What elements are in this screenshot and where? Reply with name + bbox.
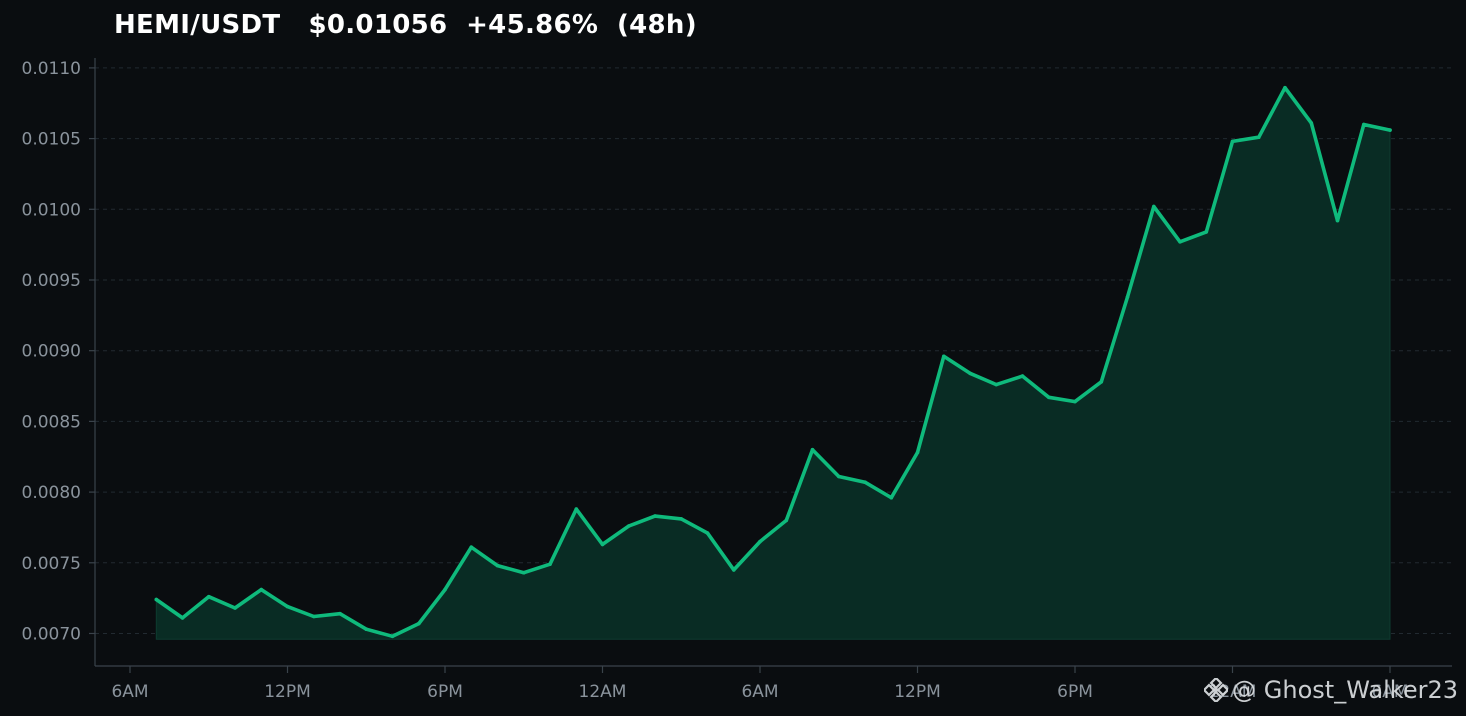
price-point <box>863 480 867 485</box>
price-point <box>233 606 237 610</box>
x-tick-label: 12PM <box>894 682 941 702</box>
watermark-text: @ Ghost_Walker23 <box>1232 676 1458 704</box>
price-point <box>1283 85 1287 90</box>
price-point <box>417 621 421 626</box>
price-point <box>495 563 500 568</box>
price-point <box>364 627 369 631</box>
price-point <box>1020 374 1025 378</box>
x-tick-label: 6PM <box>427 682 463 702</box>
price-point <box>469 545 474 549</box>
price-point <box>522 570 526 575</box>
price-point <box>1230 139 1235 144</box>
price-chart: 0.0070 0.0075 0.0080 0.0085 0.0090 0.0095 0.01… <box>22 58 1452 702</box>
price-point <box>1152 204 1156 209</box>
price-point <box>390 634 395 639</box>
price-point <box>968 371 972 376</box>
binance-logo-icon <box>1204 678 1229 702</box>
price-point <box>285 604 290 609</box>
price-point <box>1335 218 1340 223</box>
price-point <box>180 616 185 620</box>
price-point <box>837 474 841 479</box>
price-point <box>1178 240 1182 244</box>
price-point <box>627 524 631 528</box>
price-point <box>1047 395 1051 400</box>
price-point <box>915 450 920 455</box>
price-point <box>1204 230 1209 234</box>
y-tick-label: 0.0080 <box>22 483 81 503</box>
y-tick-label: 0.0105 <box>22 130 81 150</box>
x-tick-label: 6PM <box>1057 682 1093 702</box>
price-point <box>259 587 264 592</box>
price-point <box>574 507 579 511</box>
y-tick-label: 0.0090 <box>22 342 81 362</box>
y-tick-label: 0.0110 <box>22 59 81 79</box>
price-point <box>732 568 736 572</box>
price-point <box>1257 135 1261 139</box>
price-point <box>154 597 159 602</box>
price-point <box>679 517 684 521</box>
price-point <box>942 354 946 359</box>
price-point <box>889 495 894 500</box>
price-point <box>705 531 710 535</box>
price-point <box>653 514 657 518</box>
price-point <box>994 382 999 387</box>
x-tick-label: 6AM <box>111 682 148 702</box>
price-point <box>207 594 211 599</box>
price-point <box>548 562 552 566</box>
y-tick-label: 0.0100 <box>22 200 81 220</box>
x-tick-label: 12AM <box>579 682 627 702</box>
price-point <box>1309 121 1314 125</box>
price-point <box>338 611 342 616</box>
price-point <box>600 542 605 547</box>
y-tick-label: 0.0085 <box>22 412 81 432</box>
price-point <box>1073 399 1077 404</box>
y-axis-ticks: 0.0070 0.0075 0.0080 0.0085 0.0090 0.0095 0.01… <box>22 59 95 644</box>
y-tick-label: 0.0070 <box>22 624 81 644</box>
price-point <box>784 518 789 523</box>
price-area-fill <box>155 86 1391 640</box>
x-tick-label: 12PM <box>264 682 311 702</box>
watermark: @ Ghost_Walker23 <box>1204 676 1458 704</box>
price-point <box>443 587 447 592</box>
price-point <box>1362 122 1366 127</box>
price-point <box>1099 380 1104 384</box>
price-point <box>758 539 762 544</box>
y-tick-label: 0.0095 <box>22 271 81 291</box>
price-point <box>810 447 815 452</box>
price-point <box>312 614 316 619</box>
y-tick-label: 0.0075 <box>22 554 81 574</box>
price-point <box>1125 295 1130 299</box>
price-point <box>1388 128 1392 132</box>
x-tick-label: 6AM <box>741 682 778 702</box>
